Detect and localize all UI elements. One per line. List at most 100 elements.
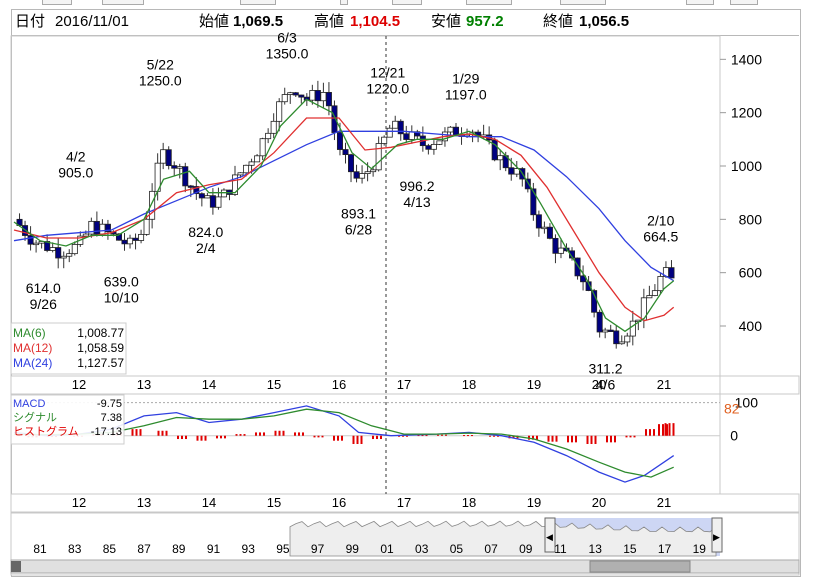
candle-body [33, 242, 40, 246]
candle-body [508, 167, 515, 175]
navigator-year-label: 07 [484, 542, 498, 556]
candle-body [309, 90, 316, 101]
macd-x-tick-label: 17 [397, 495, 411, 510]
candle-body [375, 143, 382, 171]
price-tick-label: 1000 [731, 158, 762, 174]
navigator-year-label: 13 [589, 542, 603, 556]
navigator-year-label: 97 [311, 542, 325, 556]
macd-x-tick-label: 18 [462, 495, 476, 510]
navigator-year-label: 93 [242, 542, 256, 556]
annotation-value: 1197.0 [445, 86, 487, 102]
candle-body [646, 295, 653, 299]
navigator-year-label: 05 [450, 542, 464, 556]
annotation-date: 6/3 [277, 30, 297, 46]
candle-body [182, 166, 189, 187]
macd-histogram-bar [317, 435, 320, 438]
candle-body [552, 237, 559, 254]
macd-legend-label: ヒストグラム [13, 424, 79, 438]
navigator-scrollbar-thumb[interactable] [589, 560, 691, 573]
annotation-value: 1350.0 [266, 46, 309, 62]
macd-histogram-bar [216, 435, 218, 439]
ma-legend-label: MA(6) [13, 326, 46, 340]
annotation-value: 893.1 [341, 206, 376, 222]
annotation-date: 1/29 [452, 70, 479, 86]
candle-body [607, 329, 614, 332]
candle-body [204, 195, 211, 199]
candle-body [425, 145, 432, 150]
candle-body [281, 94, 288, 103]
ma-legend-value: 1,008.77 [77, 326, 124, 340]
candle-body [292, 92, 299, 96]
candle-body [176, 166, 183, 169]
candle-body [121, 239, 128, 245]
macd-histogram-bar [220, 435, 222, 439]
annotation-date: 6/28 [345, 222, 372, 238]
macd-histogram-bar [551, 435, 554, 442]
macd-histogram-bar [352, 435, 355, 444]
macd-histogram-bar [243, 434, 246, 436]
macd-histogram-bar [294, 432, 296, 436]
candle-body [254, 155, 261, 163]
candle-body [657, 276, 664, 292]
price-tick-label: 600 [739, 265, 763, 281]
macd-histogram-bar [333, 435, 335, 441]
candle-body [248, 161, 255, 166]
candle-body [287, 92, 294, 95]
navigator-scroll-left-button[interactable] [11, 561, 21, 572]
candle-body [82, 233, 89, 237]
macd-legend-label: MACD [13, 398, 45, 410]
macd-histogram-bar [567, 435, 569, 443]
candle-body [298, 94, 305, 98]
macd-histogram-bar [239, 434, 242, 436]
macd-histogram-bar [200, 435, 203, 441]
candle-body [143, 218, 150, 235]
candle-body [497, 155, 504, 161]
macd-histogram-bar [372, 435, 374, 440]
candle-body [66, 253, 73, 257]
macd-histogram-bar [614, 435, 616, 443]
navigator-year-label: 17 [658, 542, 672, 556]
candle-body [276, 101, 283, 122]
macd-histogram-bar [376, 435, 378, 440]
price-tick-label: 1400 [731, 51, 762, 67]
macd-histogram-bar [610, 435, 612, 443]
candle-body [613, 330, 620, 345]
candle-body [99, 223, 106, 235]
navigator-year-label: 99 [346, 542, 360, 556]
macd-x-tick-label: 14 [202, 495, 216, 510]
macd-histogram-bar [575, 435, 577, 443]
x-tick-label: 20 [592, 377, 606, 392]
stock-chart[interactable]: 1400 1200 1000 800 600 400 614.09/26 4/2905.0 6… [0, 0, 823, 587]
candle-body [314, 90, 321, 102]
candle-body [215, 196, 222, 208]
macd-histogram-bar [165, 430, 168, 436]
macd-histogram-bar [441, 434, 443, 436]
macd-legend-value: -17.13 [91, 426, 122, 438]
candle-body [49, 247, 56, 251]
macd-histogram-bar [649, 429, 651, 436]
x-tick-label: 15 [267, 377, 281, 392]
candle-body [132, 237, 139, 241]
x-tick-label: 21 [657, 377, 671, 392]
macd-x-tick-label: 19 [527, 495, 541, 510]
navigator-year-label: 01 [380, 542, 394, 556]
navigator-year-label: 83 [68, 542, 82, 556]
ma-legend-value: 1,058.59 [77, 341, 124, 355]
candle-body [259, 138, 266, 157]
macd-histogram-bar [341, 435, 343, 441]
price-tick-label: 1200 [731, 105, 762, 121]
macd-histogram-bar [571, 435, 573, 443]
candle-body [325, 92, 332, 107]
macd-histogram-bar [586, 435, 589, 444]
macd-histogram-bar [668, 423, 671, 436]
macd-histogram-bar [645, 429, 647, 436]
macd-histogram-bar [629, 435, 632, 438]
candle-body [198, 193, 205, 199]
macd-histogram-bar [489, 435, 491, 437]
navigator-year-label: 09 [519, 542, 533, 556]
macd-histogram-bar [471, 435, 473, 437]
candle-body [127, 237, 134, 245]
x-tick-label: 19 [527, 377, 541, 392]
macd-histogram-bar [259, 432, 261, 436]
macd-histogram-bar [445, 434, 447, 436]
